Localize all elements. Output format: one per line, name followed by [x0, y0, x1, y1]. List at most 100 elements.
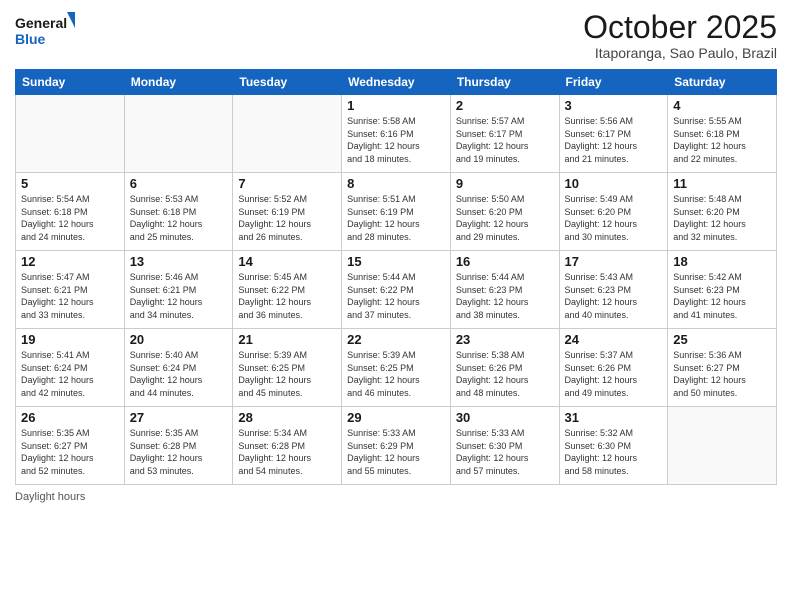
day-info: Sunrise: 5:39 AM Sunset: 6:25 PM Dayligh… — [347, 349, 445, 399]
day-info: Sunrise: 5:40 AM Sunset: 6:24 PM Dayligh… — [130, 349, 228, 399]
day-info: Sunrise: 5:50 AM Sunset: 6:20 PM Dayligh… — [456, 193, 554, 243]
day-number: 19 — [21, 332, 119, 347]
svg-text:Blue: Blue — [15, 31, 46, 47]
day-number: 5 — [21, 176, 119, 191]
day-info: Sunrise: 5:51 AM Sunset: 6:19 PM Dayligh… — [347, 193, 445, 243]
day-number: 25 — [673, 332, 771, 347]
weekday-header-cell: Wednesday — [342, 70, 451, 95]
day-info: Sunrise: 5:52 AM Sunset: 6:19 PM Dayligh… — [238, 193, 336, 243]
day-number: 12 — [21, 254, 119, 269]
day-number: 28 — [238, 410, 336, 425]
title-block: October 2025 Itaporanga, Sao Paulo, Braz… — [583, 10, 777, 61]
calendar-day-cell — [668, 407, 777, 485]
calendar-day-cell: 14 Sunrise: 5:45 AM Sunset: 6:22 PM Dayli… — [233, 251, 342, 329]
calendar-day-cell: 7 Sunrise: 5:52 AM Sunset: 6:19 PM Daylig… — [233, 173, 342, 251]
calendar-week-row: 26 Sunrise: 5:35 AM Sunset: 6:27 PM Dayli… — [16, 407, 777, 485]
calendar-day-cell: 17 Sunrise: 5:43 AM Sunset: 6:23 PM Dayli… — [559, 251, 668, 329]
calendar-day-cell: 3 Sunrise: 5:56 AM Sunset: 6:17 PM Daylig… — [559, 95, 668, 173]
day-info: Sunrise: 5:46 AM Sunset: 6:21 PM Dayligh… — [130, 271, 228, 321]
day-info: Sunrise: 5:44 AM Sunset: 6:22 PM Dayligh… — [347, 271, 445, 321]
day-info: Sunrise: 5:56 AM Sunset: 6:17 PM Dayligh… — [565, 115, 663, 165]
day-number: 23 — [456, 332, 554, 347]
day-number: 4 — [673, 98, 771, 113]
calendar-day-cell: 1Sunrise: 5:58 AM Sunset: 6:16 PM Daylig… — [342, 95, 451, 173]
calendar-day-cell: 11 Sunrise: 5:48 AM Sunset: 6:20 PM Dayli… — [668, 173, 777, 251]
day-number: 10 — [565, 176, 663, 191]
day-info: Sunrise: 5:48 AM Sunset: 6:20 PM Dayligh… — [673, 193, 771, 243]
calendar-day-cell: 18 Sunrise: 5:42 AM Sunset: 6:23 PM Dayli… — [668, 251, 777, 329]
day-number: 14 — [238, 254, 336, 269]
day-info: Sunrise: 5:33 AM Sunset: 6:30 PM Dayligh… — [456, 427, 554, 477]
day-info: Sunrise: 5:36 AM Sunset: 6:27 PM Dayligh… — [673, 349, 771, 399]
calendar-week-row: 12Sunrise: 5:47 AM Sunset: 6:21 PM Dayli… — [16, 251, 777, 329]
logo: General Blue — [15, 10, 75, 50]
calendar-day-cell: 6Sunrise: 5:53 AM Sunset: 6:18 PM Daylig… — [124, 173, 233, 251]
logo-icon: General Blue — [15, 10, 75, 50]
day-info: Sunrise: 5:35 AM Sunset: 6:28 PM Dayligh… — [130, 427, 228, 477]
calendar-day-cell: 29Sunrise: 5:33 AM Sunset: 6:29 PM Dayli… — [342, 407, 451, 485]
month-title: October 2025 — [583, 10, 777, 45]
day-number: 29 — [347, 410, 445, 425]
day-number: 18 — [673, 254, 771, 269]
day-info: Sunrise: 5:32 AM Sunset: 6:30 PM Dayligh… — [565, 427, 663, 477]
calendar-day-cell: 9 Sunrise: 5:50 AM Sunset: 6:20 PM Daylig… — [450, 173, 559, 251]
calendar-day-cell — [124, 95, 233, 173]
day-number: 27 — [130, 410, 228, 425]
day-info: Sunrise: 5:53 AM Sunset: 6:18 PM Dayligh… — [130, 193, 228, 243]
calendar-day-cell: 20 Sunrise: 5:40 AM Sunset: 6:24 PM Dayli… — [124, 329, 233, 407]
day-number: 16 — [456, 254, 554, 269]
day-number: 24 — [565, 332, 663, 347]
calendar-day-cell: 16 Sunrise: 5:44 AM Sunset: 6:23 PM Dayli… — [450, 251, 559, 329]
day-info: Sunrise: 5:43 AM Sunset: 6:23 PM Dayligh… — [565, 271, 663, 321]
calendar: SundayMondayTuesdayWednesdayThursdayFrid… — [15, 69, 777, 485]
calendar-day-cell: 31Sunrise: 5:32 AM Sunset: 6:30 PM Dayli… — [559, 407, 668, 485]
weekday-header-cell: Tuesday — [233, 70, 342, 95]
day-number: 9 — [456, 176, 554, 191]
day-info: Sunrise: 5:44 AM Sunset: 6:23 PM Dayligh… — [456, 271, 554, 321]
day-info: Sunrise: 5:58 AM Sunset: 6:16 PM Dayligh… — [347, 115, 445, 165]
day-number: 21 — [238, 332, 336, 347]
day-info: Sunrise: 5:45 AM Sunset: 6:22 PM Dayligh… — [238, 271, 336, 321]
day-info: Sunrise: 5:57 AM Sunset: 6:17 PM Dayligh… — [456, 115, 554, 165]
day-info: Sunrise: 5:35 AM Sunset: 6:27 PM Dayligh… — [21, 427, 119, 477]
day-number: 15 — [347, 254, 445, 269]
day-number: 3 — [565, 98, 663, 113]
calendar-day-cell: 27 Sunrise: 5:35 AM Sunset: 6:28 PM Dayli… — [124, 407, 233, 485]
day-info: Sunrise: 5:37 AM Sunset: 6:26 PM Dayligh… — [565, 349, 663, 399]
day-number: 17 — [565, 254, 663, 269]
daylight-label: Daylight hours — [15, 491, 85, 503]
day-number: 2 — [456, 98, 554, 113]
day-info: Sunrise: 5:42 AM Sunset: 6:23 PM Dayligh… — [673, 271, 771, 321]
day-number: 26 — [21, 410, 119, 425]
location: Itaporanga, Sao Paulo, Brazil — [583, 45, 777, 61]
calendar-week-row: 19Sunrise: 5:41 AM Sunset: 6:24 PM Dayli… — [16, 329, 777, 407]
calendar-day-cell: 5Sunrise: 5:54 AM Sunset: 6:18 PM Daylig… — [16, 173, 125, 251]
svg-text:General: General — [15, 15, 67, 31]
calendar-day-cell: 8 Sunrise: 5:51 AM Sunset: 6:19 PM Daylig… — [342, 173, 451, 251]
day-info: Sunrise: 5:39 AM Sunset: 6:25 PM Dayligh… — [238, 349, 336, 399]
calendar-day-cell: 23 Sunrise: 5:38 AM Sunset: 6:26 PM Dayli… — [450, 329, 559, 407]
calendar-day-cell: 24 Sunrise: 5:37 AM Sunset: 6:26 PM Dayli… — [559, 329, 668, 407]
weekday-header-cell: Monday — [124, 70, 233, 95]
day-number: 7 — [238, 176, 336, 191]
calendar-day-cell: 26 Sunrise: 5:35 AM Sunset: 6:27 PM Dayli… — [16, 407, 125, 485]
calendar-week-row: 5Sunrise: 5:54 AM Sunset: 6:18 PM Daylig… — [16, 173, 777, 251]
day-info: Sunrise: 5:34 AM Sunset: 6:28 PM Dayligh… — [238, 427, 336, 477]
day-info: Sunrise: 5:55 AM Sunset: 6:18 PM Dayligh… — [673, 115, 771, 165]
weekday-header-cell: Friday — [559, 70, 668, 95]
day-number: 8 — [347, 176, 445, 191]
calendar-day-cell: 19Sunrise: 5:41 AM Sunset: 6:24 PM Dayli… — [16, 329, 125, 407]
weekday-header-cell: Sunday — [16, 70, 125, 95]
calendar-week-row: 1Sunrise: 5:58 AM Sunset: 6:16 PM Daylig… — [16, 95, 777, 173]
day-number: 11 — [673, 176, 771, 191]
day-number: 20 — [130, 332, 228, 347]
calendar-day-cell: 10Sunrise: 5:49 AM Sunset: 6:20 PM Dayli… — [559, 173, 668, 251]
day-number: 30 — [456, 410, 554, 425]
weekday-header-cell: Thursday — [450, 70, 559, 95]
calendar-day-cell: 25 Sunrise: 5:36 AM Sunset: 6:27 PM Dayli… — [668, 329, 777, 407]
calendar-day-cell — [16, 95, 125, 173]
calendar-day-cell: 2 Sunrise: 5:57 AM Sunset: 6:17 PM Daylig… — [450, 95, 559, 173]
weekday-header-row: SundayMondayTuesdayWednesdayThursdayFrid… — [16, 70, 777, 95]
calendar-day-cell — [233, 95, 342, 173]
day-info: Sunrise: 5:38 AM Sunset: 6:26 PM Dayligh… — [456, 349, 554, 399]
